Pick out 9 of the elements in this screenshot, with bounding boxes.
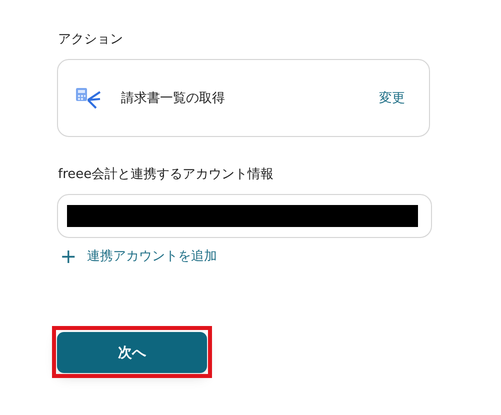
- account-field[interactable]: [57, 194, 432, 238]
- add-account-link[interactable]: + 連携アカウントを追加: [60, 246, 217, 266]
- calculator-icon: [75, 86, 101, 110]
- section-label: アクション: [58, 31, 123, 49]
- change-link[interactable]: 変更: [379, 89, 405, 107]
- action-title: 請求書一覧の取得: [121, 90, 226, 107]
- next-button[interactable]: 次へ: [57, 332, 207, 373]
- action-card[interactable]: 請求書一覧の取得 変更: [57, 59, 430, 137]
- section-label: freee会計と連携するアカウント情報: [58, 166, 274, 184]
